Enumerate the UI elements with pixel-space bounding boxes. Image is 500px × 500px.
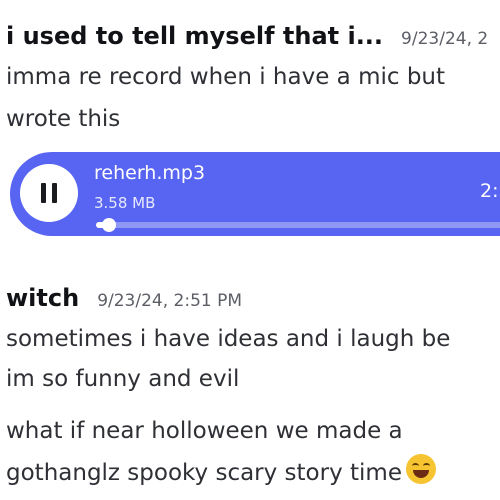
audio-scrub-handle[interactable] — [101, 218, 116, 232]
message-text-with-emoji: gothanglz spooky scary story time — [6, 454, 436, 488]
audio-progress-track[interactable] — [96, 218, 500, 232]
message-text: gothanglz spooky scary story time — [6, 460, 402, 486]
chat-view: i used to tell myself that i... 9/23/24, … — [0, 0, 500, 500]
message-header: i used to tell myself that i... 9/23/24, … — [6, 22, 488, 50]
pause-button[interactable] — [20, 164, 78, 222]
timestamp: 9/23/24, 2 — [401, 29, 489, 49]
message-text: wrote this — [6, 106, 121, 132]
audio-attachment: reherh.mp3 3.58 MB 2: — [10, 152, 500, 236]
message-text: what if near holloween we made a — [6, 418, 403, 444]
audio-duration: 2: — [480, 180, 499, 202]
attachment-file-size: 3.58 MB — [94, 194, 156, 212]
pause-icon — [52, 183, 57, 203]
username[interactable]: witch — [6, 284, 79, 312]
attachment-file-name[interactable]: reherh.mp3 — [94, 162, 205, 184]
timestamp: 9/23/24, 2:51 PM — [97, 291, 243, 311]
pause-icon — [41, 183, 46, 203]
username[interactable]: i used to tell myself that i... — [6, 22, 383, 50]
message-text: im so funny and evil — [6, 366, 240, 392]
face-with-tears-of-joy-icon — [405, 454, 436, 484]
message-header: witch 9/23/24, 2:51 PM — [6, 284, 242, 312]
message-text: sometimes i have ideas and i laugh be — [6, 326, 451, 352]
message-text: imma re record when i have a mic but — [6, 64, 446, 90]
